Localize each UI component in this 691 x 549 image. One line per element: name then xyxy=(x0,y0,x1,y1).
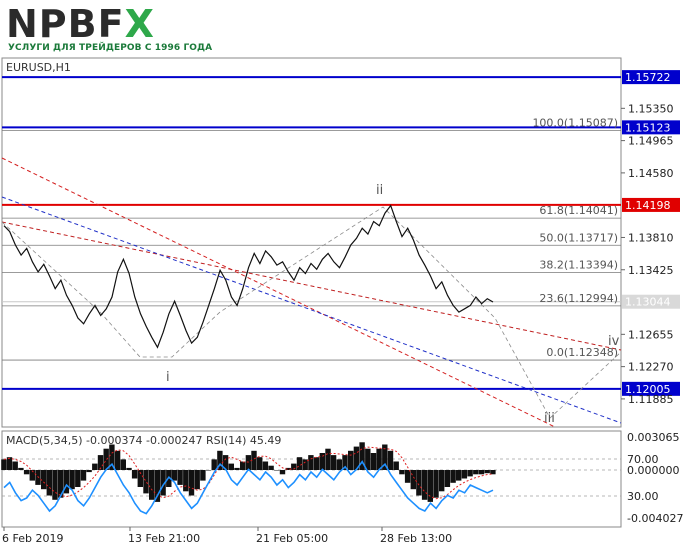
fib-label: 38.2(1.13394) xyxy=(539,258,618,271)
macd-histogram-bar xyxy=(194,470,200,490)
macd-histogram-bar xyxy=(41,470,47,490)
macd-histogram-bar xyxy=(114,450,121,470)
macd-histogram-bar xyxy=(410,470,416,490)
macd-histogram-bar xyxy=(183,470,189,492)
macd-histogram-bar xyxy=(205,470,212,471)
macd-histogram-bar xyxy=(143,470,149,494)
eurusd-chart: EURUSD,H1 1.15350 1.14965 1.14580 1.13810 1.1… xyxy=(1,57,683,545)
macd-histogram-bar xyxy=(240,461,246,470)
macd-histogram-bar xyxy=(296,457,303,470)
macd-histogram-bar xyxy=(80,470,87,481)
macd-histogram-bar xyxy=(234,467,240,470)
wave-label-ii: ii xyxy=(376,183,383,198)
macd-histogram-bar xyxy=(149,470,155,500)
macd-histogram-bar xyxy=(131,470,138,479)
macd-histogram-bar xyxy=(330,455,337,470)
macd-histogram-bar xyxy=(325,448,331,470)
macd-histogram-bar xyxy=(313,457,320,470)
macd-histogram-bar xyxy=(456,470,462,481)
macd-histogram-bar xyxy=(75,470,81,487)
macd-histogram-bar xyxy=(467,470,473,477)
macd-histogram-bar xyxy=(421,470,428,500)
price-tick-label: 1.14965 xyxy=(628,135,674,148)
macd-tick-label: -0.004027 xyxy=(627,512,683,525)
macd-histogram-bar xyxy=(433,470,439,498)
macd-histogram-bar xyxy=(484,470,490,474)
wave-label-i: i xyxy=(166,370,170,385)
macd-histogram-bar xyxy=(18,467,24,470)
macd-histogram-bar xyxy=(478,470,485,475)
time-tick-label: 13 Feb 21:00 xyxy=(128,532,200,545)
macd-histogram-bar xyxy=(319,453,325,470)
macd-histogram-bar xyxy=(348,450,354,470)
level-price-label: 1.13044 xyxy=(625,296,671,309)
macd-histogram-bar xyxy=(171,470,178,481)
level-price-label: 1.12005 xyxy=(625,383,671,396)
macd-histogram-bar xyxy=(126,467,132,470)
macd-histogram-bar xyxy=(387,450,394,470)
macd-histogram-bar xyxy=(262,461,269,470)
fib-label: 50.0(1.13717) xyxy=(539,231,618,244)
fib-label: 23.6(1.12994) xyxy=(539,292,618,305)
indicator-title: MACD(5,34,5) -0.000374 -0.000247 RSI(14)… xyxy=(6,434,281,447)
macd-histogram-bar xyxy=(439,470,445,492)
macd-histogram-bar xyxy=(12,461,18,470)
macd-histogram-bar xyxy=(69,470,75,490)
macd-histogram-bar xyxy=(416,470,422,496)
macd-histogram-bar xyxy=(92,463,98,470)
macd-histogram-bar xyxy=(52,470,58,500)
macd-histogram-bar xyxy=(23,470,30,475)
fib-label: 61.8(1.14041) xyxy=(539,204,618,217)
fib-label: 100.0(1.15087) xyxy=(532,116,618,129)
macd-histogram-bar xyxy=(274,470,280,471)
macd-histogram-bar xyxy=(245,455,252,470)
macd-histogram-bar xyxy=(490,470,496,475)
macd-histogram-bar xyxy=(444,470,451,487)
macd-histogram-bar xyxy=(46,470,52,496)
macd-histogram-bar xyxy=(279,470,286,475)
macd-histogram-bar xyxy=(302,459,308,470)
macd-histogram-bar xyxy=(404,470,411,483)
time-tick-label: 6 Feb 2019 xyxy=(2,532,63,545)
level-price-label: 1.15123 xyxy=(625,121,671,134)
price-tick-label: 1.12270 xyxy=(628,361,674,374)
wave-label-iii: iii xyxy=(544,411,555,426)
macd-histogram-bar xyxy=(399,470,405,475)
macd-histogram-bar xyxy=(336,459,342,470)
macd-histogram-bar xyxy=(120,459,126,470)
indicator-tick-label: 30.00 xyxy=(627,490,659,503)
macd-histogram-bar xyxy=(228,463,234,470)
wave-label-iv: iv xyxy=(608,334,620,349)
level-price-label: 1.14198 xyxy=(625,199,671,212)
symbol-title: EURUSD,H1 xyxy=(6,61,71,74)
macd-histogram-bar xyxy=(6,457,13,470)
macd-histogram-bar xyxy=(200,470,206,481)
macd-tick-label: 0.003065 xyxy=(627,431,680,444)
price-tick-label: 1.13425 xyxy=(628,264,674,277)
macd-histogram-bar xyxy=(257,457,263,470)
macd-histogram-bar xyxy=(86,470,92,473)
macd-histogram-bar xyxy=(308,455,314,470)
macd-histogram-bar xyxy=(268,465,274,470)
macd-histogram-bar xyxy=(450,470,456,483)
macd-histogram-bar xyxy=(473,470,479,475)
price-tick-label: 1.15350 xyxy=(628,102,674,115)
price-tick-label: 1.13810 xyxy=(628,231,674,244)
macd-histogram-bar xyxy=(177,470,183,485)
macd-histogram-bar xyxy=(393,461,399,470)
indicator-tick-label: 0.000000 xyxy=(627,464,680,477)
level-price-label: 1.15722 xyxy=(625,71,671,84)
time-tick-label: 28 Feb 13:00 xyxy=(380,532,452,545)
macd-histogram-bar xyxy=(188,470,195,496)
price-panel xyxy=(1,57,622,428)
macd-histogram-bar xyxy=(1,459,7,470)
price-tick-label: 1.14580 xyxy=(628,167,674,180)
macd-histogram-bar xyxy=(461,470,468,479)
macd-histogram-bar xyxy=(370,453,377,470)
time-tick-label: 21 Feb 05:00 xyxy=(256,532,328,545)
price-tick-label: 1.12655 xyxy=(628,328,674,341)
